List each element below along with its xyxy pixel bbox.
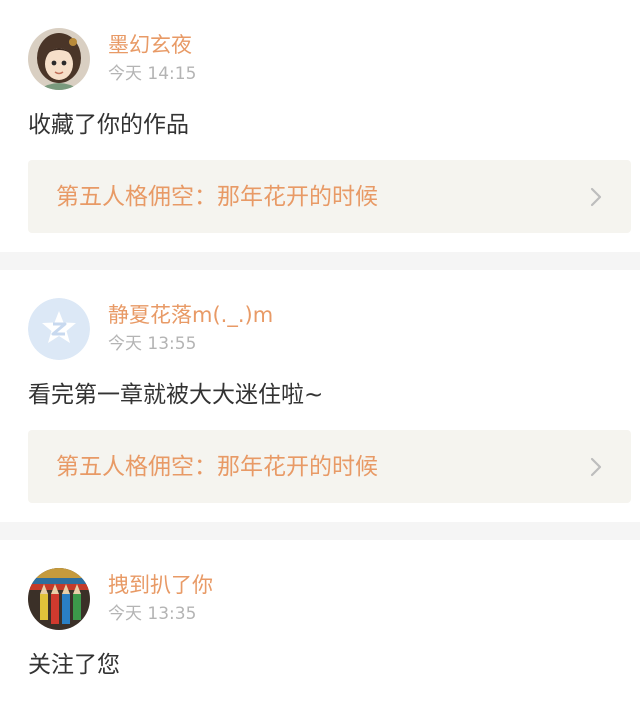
work-link-card[interactable]: 第五人格佣空：那年花开的时候 <box>28 430 631 503</box>
username[interactable]: 静夏花落m(._.)m <box>108 302 273 328</box>
notification-message: 看完第一章就被大大迷住啦~ <box>28 382 324 408</box>
username[interactable]: 墨幻玄夜 <box>108 32 192 58</box>
work-link-card[interactable]: 第五人格佣空：那年花开的时候 <box>28 160 631 233</box>
timestamp: 今天 13:35 <box>108 604 197 624</box>
notification-message: 关注了您 <box>28 652 120 678</box>
notification-card: 静夏花落m(._.)m 今天 13:55 看完第一章就被大大迷住啦~ 第五人格佣… <box>0 270 640 522</box>
default-z-avatar-icon <box>28 298 90 360</box>
avatar[interactable] <box>28 28 90 90</box>
notification-feed: 墨幻玄夜 今天 14:15 收藏了你的作品 第五人格佣空：那年花开的时候 静夏花… <box>0 0 640 708</box>
notification-card: 墨幻玄夜 今天 14:15 收藏了你的作品 第五人格佣空：那年花开的时候 <box>0 0 640 252</box>
anime-character-avatar-icon <box>28 28 90 90</box>
timestamp: 今天 14:15 <box>108 64 197 84</box>
chevron-right-icon <box>589 456 603 478</box>
timestamp: 今天 13:55 <box>108 334 197 354</box>
colored-pencils-avatar-icon <box>28 568 90 630</box>
avatar[interactable] <box>28 298 90 360</box>
work-title: 第五人格佣空：那年花开的时候 <box>56 454 378 480</box>
username[interactable]: 拽到扒了你 <box>108 572 213 598</box>
notification-message: 收藏了你的作品 <box>28 112 189 138</box>
avatar[interactable] <box>28 568 90 630</box>
chevron-right-icon <box>589 186 603 208</box>
work-title: 第五人格佣空：那年花开的时候 <box>56 184 378 210</box>
notification-card: 拽到扒了你 今天 13:35 关注了您 <box>0 540 640 708</box>
